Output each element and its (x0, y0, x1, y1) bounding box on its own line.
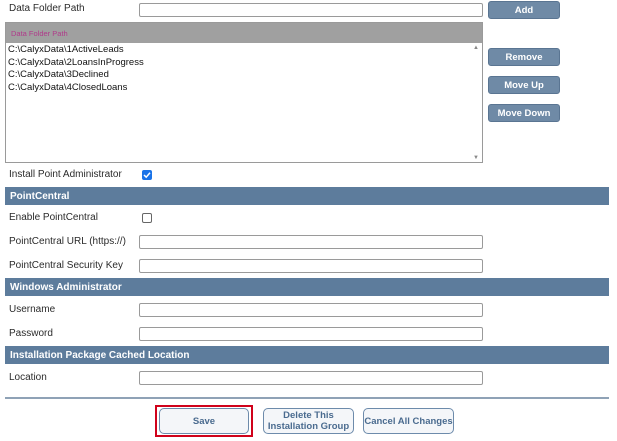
location-input[interactable] (139, 371, 483, 385)
data-folder-list-items: C:\CalyxData\1ActiveLeads C:\CalyxData\2… (6, 43, 482, 94)
pointcentral-security-key-label: PointCentral Security Key (9, 260, 123, 271)
scroll-down-icon[interactable]: ▼ (473, 155, 479, 161)
list-item[interactable]: C:\CalyxData\4ClosedLoans (6, 82, 482, 95)
pointcentral-security-key-input[interactable] (139, 259, 483, 273)
list-item[interactable]: C:\CalyxData\3Declined (6, 69, 482, 82)
move-down-button[interactable]: Move Down (488, 104, 560, 122)
username-input[interactable] (139, 303, 483, 317)
checkmark-icon (143, 172, 151, 179)
password-label: Password (9, 328, 53, 339)
pointcentral-section-header: PointCentral (5, 187, 609, 205)
location-label: Location (9, 372, 47, 383)
password-input[interactable] (139, 327, 483, 341)
data-folder-path-label: Data Folder Path (9, 3, 85, 14)
pointcentral-url-label: PointCentral URL (https://) (9, 236, 126, 247)
data-folder-list[interactable]: Data Folder Path C:\CalyxData\1ActiveLea… (5, 22, 483, 163)
cache-location-section-header: Installation Package Cached Location (5, 346, 609, 364)
scroll-up-icon[interactable]: ▲ (473, 45, 479, 51)
install-point-admin-checkbox[interactable] (142, 170, 152, 180)
footer-divider (5, 397, 609, 399)
remove-button[interactable]: Remove (488, 48, 560, 66)
windows-admin-section-header: Windows Administrator (5, 278, 609, 296)
enable-pointcentral-label: Enable PointCentral (9, 212, 98, 223)
data-folder-path-input[interactable] (139, 3, 483, 17)
cancel-all-changes-button[interactable]: Cancel All Changes (363, 408, 454, 434)
list-item[interactable]: C:\CalyxData\2LoansInProgress (6, 57, 482, 70)
move-up-button[interactable]: Move Up (488, 76, 560, 94)
add-button[interactable]: Add (488, 1, 560, 19)
save-button[interactable]: Save (159, 408, 249, 434)
install-point-admin-label: Install Point Administrator (9, 169, 122, 180)
list-item[interactable]: C:\CalyxData\1ActiveLeads (6, 44, 482, 57)
data-folder-list-header: Data Folder Path (6, 23, 482, 43)
delete-installation-group-button[interactable]: Delete This Installation Group (263, 408, 354, 434)
enable-pointcentral-checkbox[interactable] (142, 213, 152, 223)
list-scrollbar[interactable]: ▲ ▼ (472, 45, 480, 161)
username-label: Username (9, 304, 56, 315)
pointcentral-url-input[interactable] (139, 235, 483, 249)
